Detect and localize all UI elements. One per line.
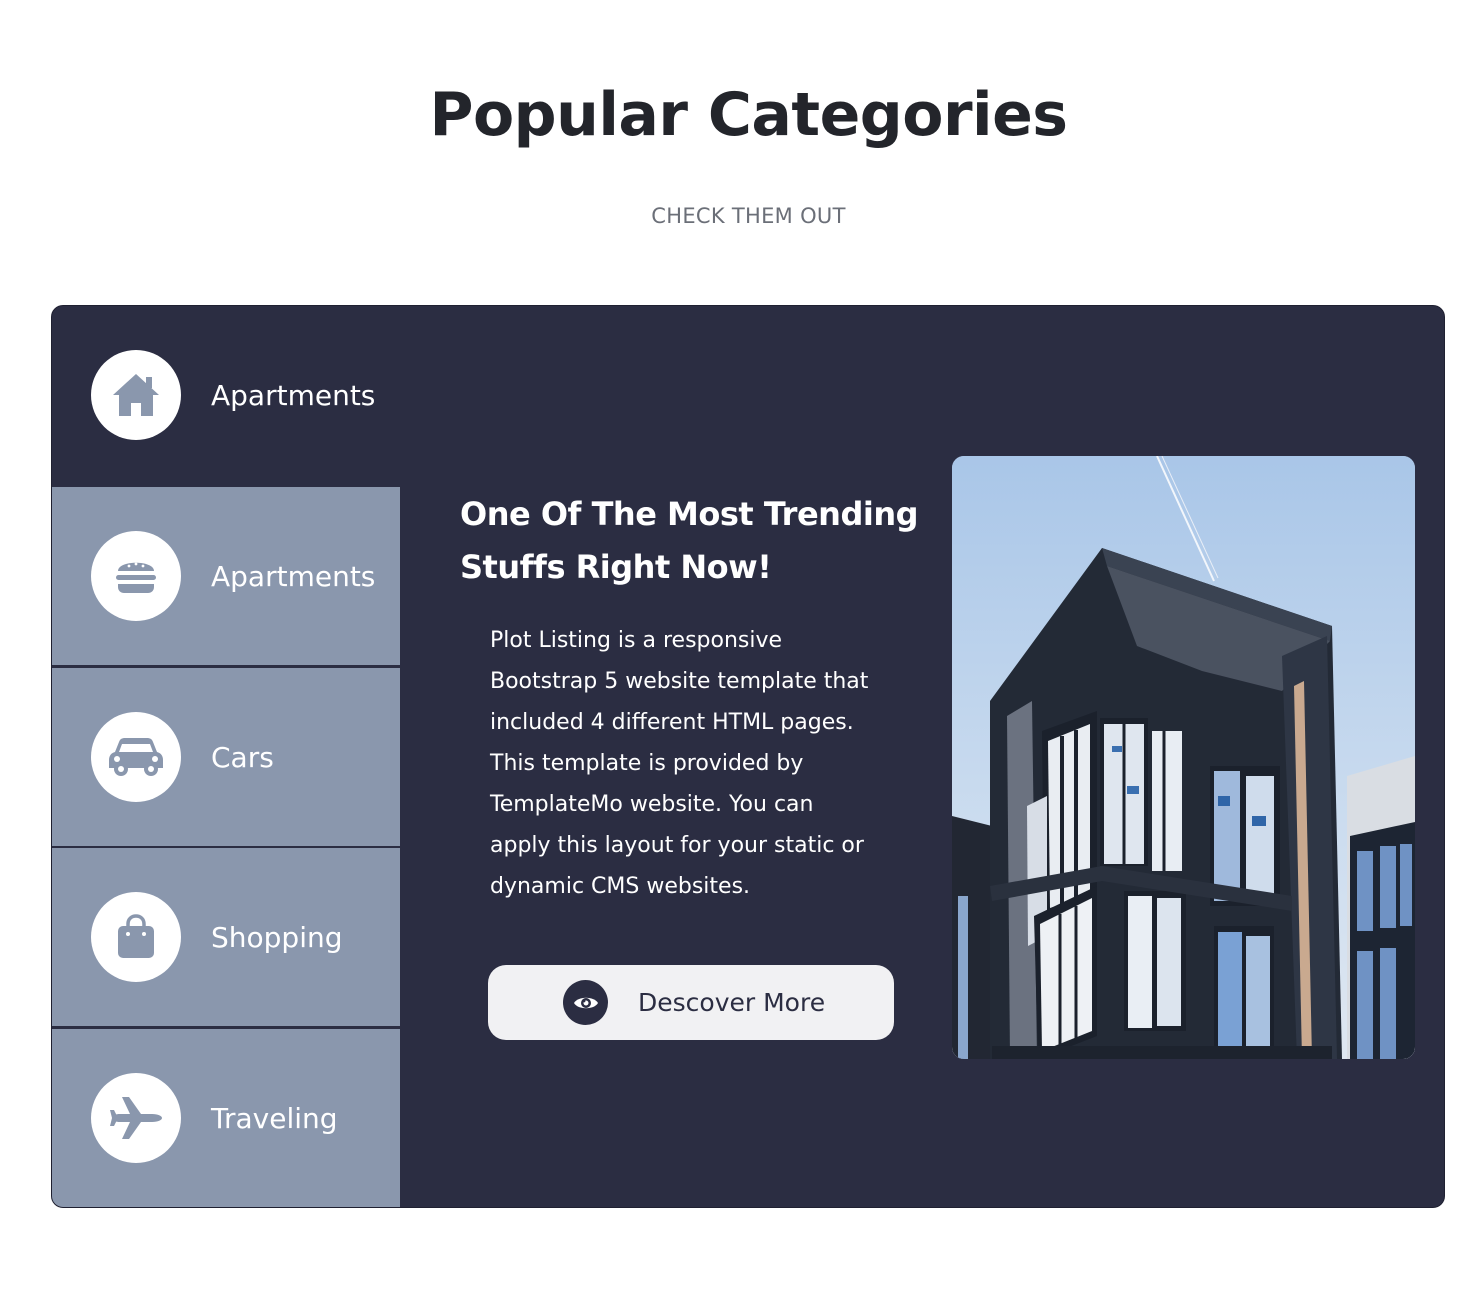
airplane-icon	[91, 1073, 181, 1163]
building-photo	[952, 456, 1415, 1059]
tab-label: Shopping	[211, 920, 343, 954]
categories-panel: Apartments Apartments Cars Shopping Trav…	[51, 305, 1445, 1208]
burger-icon	[91, 531, 181, 621]
tab-food[interactable]: Apartments	[52, 487, 400, 665]
car-icon	[91, 712, 181, 802]
discover-more-button[interactable]: Descover More	[488, 965, 894, 1040]
section-subtitle: CHECK THEM OUT	[651, 204, 846, 228]
section-title: Popular Categories	[429, 80, 1068, 150]
tab-traveling[interactable]: Traveling	[52, 1029, 400, 1207]
discover-more-label: Descover More	[638, 988, 826, 1017]
tab-label: Traveling	[211, 1101, 338, 1135]
content-description: Plot Listing is a responsive Bootstrap 5…	[490, 628, 869, 899]
tab-label: Apartments	[211, 378, 376, 412]
tab-apartments[interactable]: Apartments	[52, 306, 400, 484]
tab-label: Cars	[211, 740, 274, 774]
house-icon	[91, 350, 181, 440]
tab-shopping[interactable]: Shopping	[52, 848, 400, 1026]
eye-icon	[563, 980, 608, 1025]
content-title: One Of The Most Trending Stuffs Right No…	[460, 495, 919, 586]
tab-cars[interactable]: Cars	[52, 668, 400, 846]
shopping-bag-icon	[91, 892, 181, 982]
tab-label: Apartments	[211, 559, 376, 593]
